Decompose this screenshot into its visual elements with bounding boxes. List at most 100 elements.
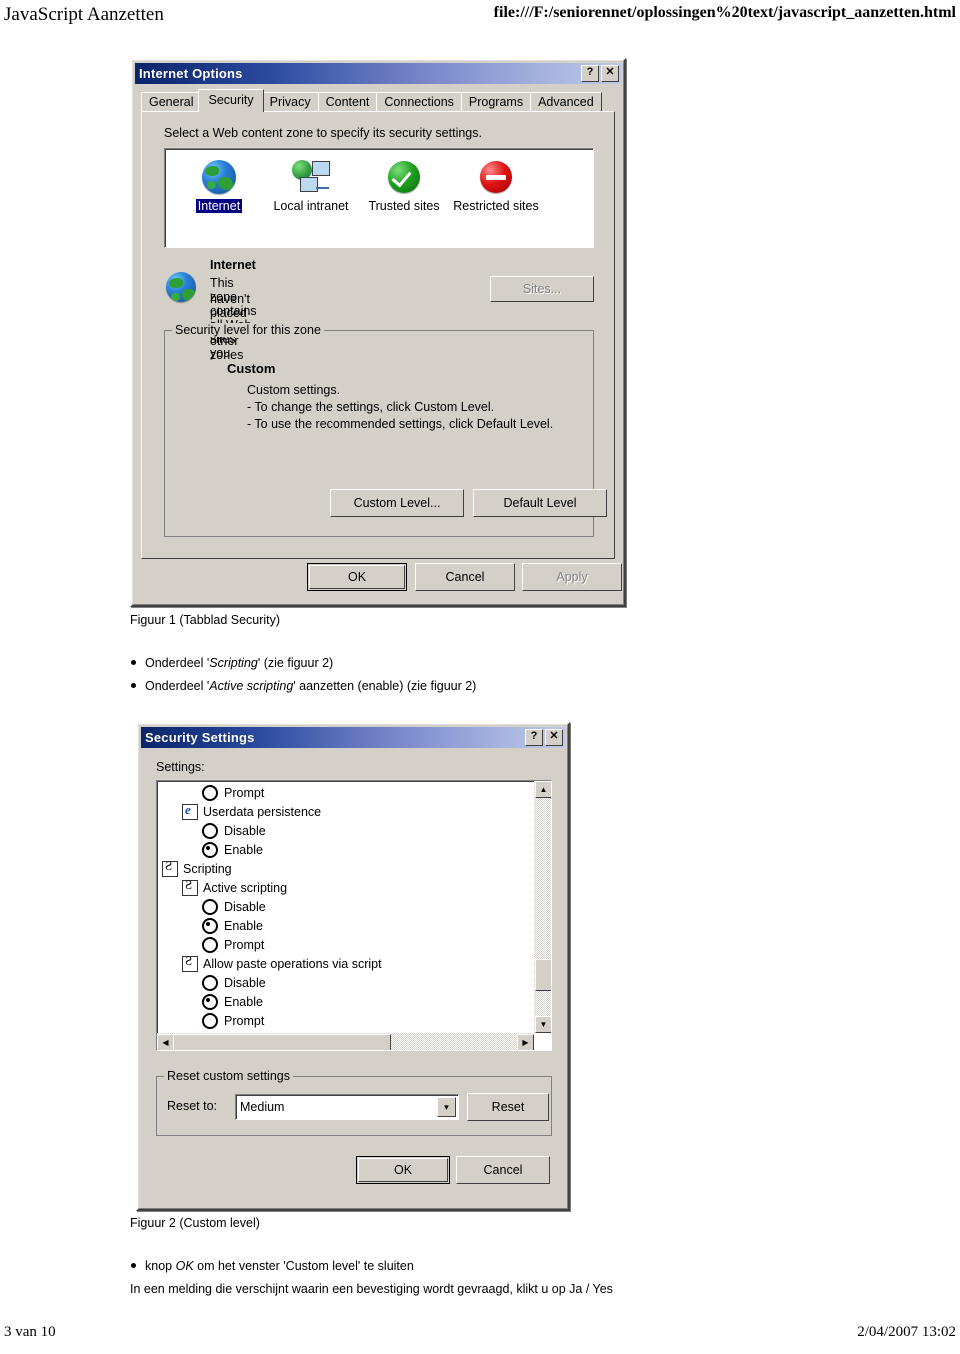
list-item[interactable]: Allow paste operations via script [160,953,532,973]
sites-button[interactable]: Sites... [490,276,594,302]
list-item[interactable]: Active scripting [160,877,532,897]
chevron-down-icon[interactable]: ▼ [437,1097,456,1117]
apply-button-label: Apply [556,570,588,584]
security-level-line1: Custom settings. [247,383,341,397]
list-item-label: Enable [224,994,263,1009]
tab-content[interactable]: Content [317,92,378,112]
list-item[interactable]: Disable [160,897,532,916]
tab-programs[interactable]: Programs [460,92,532,112]
bullet-scripting-post: ' (zie figuur 2) [257,656,334,670]
list-item[interactable]: Scripting [160,858,532,878]
tab-advanced[interactable]: Advanced [530,92,602,112]
security-level-line3: - To use the recommended settings, click… [247,417,554,431]
list-item-label: Scripting [183,861,232,876]
ie-e-icon [182,802,198,820]
radio-icon[interactable] [202,1012,218,1029]
scroll-down-icon[interactable]: ▼ [535,1016,551,1033]
scroll-right-icon[interactable]: ▶ [517,1034,534,1050]
radio-icon[interactable] [202,974,218,991]
zone-internet-label: Internet [195,199,243,213]
vertical-scrollbar-thumb[interactable] [535,959,551,991]
list-item-label: Prompt [224,1013,265,1028]
script-icon [182,877,198,896]
help-icon[interactable]: ? [581,65,599,82]
internet-options-titlebar[interactable]: Internet Options ? ✕ [135,63,621,84]
close-icon[interactable]: ✕ [545,729,563,746]
zone-local-intranet[interactable]: Local intranet [265,157,357,215]
scroll-left-icon[interactable]: ◀ [157,1034,174,1050]
radio-icon[interactable] [202,936,218,953]
tab-privacy[interactable]: Privacy [261,92,319,112]
internet-options-tabstrip: General Security Privacy Content Connect… [141,89,615,112]
bullet-dot-icon [131,683,136,688]
horizontal-scrollbar-thumb[interactable] [173,1034,391,1050]
reset-custom-settings-group: Reset custom settings Reset to: Medium ▼… [156,1069,552,1136]
list-item[interactable]: Prompt [160,1011,532,1030]
globe-icon-small [166,272,200,306]
bullet-active-scripting-post: ' aanzetten (enable) (zie figuur 2) [293,679,477,693]
cancel-button[interactable]: Cancel [456,1156,550,1184]
default-level-button-label: Default Level [503,496,577,510]
zone-local-intranet-label: Local intranet [273,199,349,213]
document-url: file:///F:/seniorennet/oplossingen%20tex… [493,4,956,21]
apply-button[interactable]: Apply [522,563,622,591]
bullet-ok-close: knop OK om het venster 'Custom level' te… [131,1259,414,1273]
radio-icon-selected[interactable] [202,993,218,1010]
tab-connections[interactable]: Connections [376,92,462,112]
list-item[interactable]: Disable [160,821,532,840]
radio-icon[interactable] [202,822,218,839]
list-item[interactable]: Scripting of Java applets [160,1030,532,1032]
list-item[interactable]: Prompt [160,783,532,802]
bullet-ok-close-post: om het venster 'Custom level' te sluiten [193,1259,414,1273]
zone-selector[interactable]: Internet Local intranet Trusted sites Re… [164,148,594,248]
list-item[interactable]: Enable [160,992,532,1011]
list-item[interactable]: Prompt [160,935,532,954]
reset-button-label: Reset [491,1100,525,1114]
zone-internet[interactable]: Internet [173,157,265,215]
zone-trusted-sites[interactable]: Trusted sites [358,157,450,215]
document-title: JavaScript Aanzetten [4,4,164,25]
help-icon[interactable]: ? [525,729,543,746]
bullet-ok-close-pre: knop [145,1259,176,1273]
reset-button[interactable]: Reset [467,1093,549,1121]
vertical-scrollbar[interactable]: ▲ ▼ [534,781,551,1033]
close-icon[interactable]: ✕ [601,65,619,82]
scroll-up-icon[interactable]: ▲ [535,781,551,798]
green-check-icon [358,157,450,197]
radio-icon-selected[interactable] [202,841,218,858]
sites-button-label: Sites... [522,282,562,296]
ok-button-label: OK [393,1163,413,1177]
list-item[interactable]: Enable [160,840,532,859]
list-item[interactable]: Userdata persistence [160,802,532,821]
zone-restricted-sites-label: Restricted sites [453,199,539,213]
list-item-label: Userdata persistence [203,804,322,819]
radio-icon[interactable] [202,784,218,801]
radio-icon-selected[interactable] [202,917,218,934]
zone-detail-name: Internet [210,258,256,272]
zone-instruction: Select a Web content zone to specify its… [164,126,482,140]
reset-to-select[interactable]: Medium ▼ [235,1094,459,1120]
cancel-button[interactable]: Cancel [415,563,515,591]
default-level-button[interactable]: Default Level [473,489,607,517]
custom-level-button[interactable]: Custom Level... [330,489,464,517]
list-item[interactable]: Enable [160,916,532,935]
bottom-note: In een melding die verschijnt waarin een… [130,1282,613,1296]
titlebar-buttons: ? ✕ [525,729,565,746]
custom-level-button-label: Custom Level... [353,496,441,510]
radio-icon[interactable] [202,898,218,915]
security-level-group: Security level for this zone Custom Cust… [164,323,607,537]
zone-restricted-sites[interactable]: Restricted sites [450,157,542,215]
horizontal-scrollbar[interactable]: ◀ ▶ [157,1033,534,1050]
tab-security[interactable]: Security [198,89,264,112]
security-settings-titlebar[interactable]: Security Settings ? ✕ [141,727,565,748]
tab-general[interactable]: General [141,92,202,112]
list-item-label: Enable [224,918,263,933]
list-item-label: Prompt [224,937,265,952]
list-item[interactable]: Disable [160,973,532,992]
ok-button[interactable]: OK [307,563,407,591]
globe-icon [173,157,265,197]
ok-button[interactable]: OK [356,1156,450,1184]
reset-group-title: Reset custom settings [164,1069,293,1083]
zone-trusted-sites-label: Trusted sites [368,199,440,213]
settings-list[interactable]: Prompt Userdata persistence Disable Enab… [156,780,552,1051]
